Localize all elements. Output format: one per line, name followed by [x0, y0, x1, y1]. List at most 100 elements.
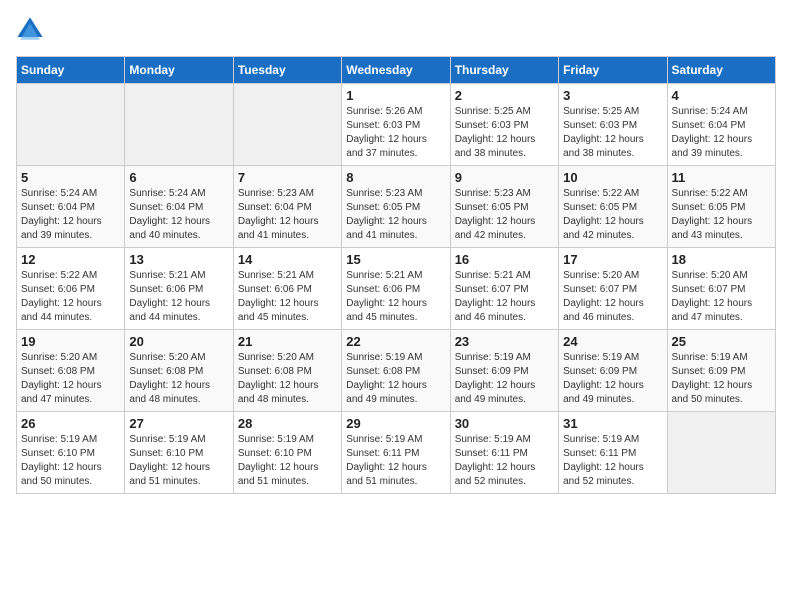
day-number: 13 — [129, 252, 228, 267]
calendar-cell: 7 Sunrise: 5:23 AMSunset: 6:04 PMDaylight… — [233, 166, 341, 248]
day-number: 8 — [346, 170, 445, 185]
day-number: 30 — [455, 416, 554, 431]
calendar-table: SundayMondayTuesdayWednesdayThursdayFrid… — [16, 56, 776, 494]
calendar-cell — [233, 84, 341, 166]
calendar-cell: 12 Sunrise: 5:22 AMSunset: 6:06 PMDayligh… — [17, 248, 125, 330]
weekday-header-friday: Friday — [559, 57, 667, 84]
day-detail: Sunrise: 5:19 AMSunset: 6:08 PMDaylight:… — [346, 351, 445, 407]
day-detail: Sunrise: 5:21 AMSunset: 6:06 PMDaylight:… — [129, 269, 228, 325]
calendar-cell: 13 Sunrise: 5:21 AMSunset: 6:06 PMDayligh… — [125, 248, 233, 330]
day-number: 1 — [346, 88, 445, 103]
calendar-cell: 25 Sunrise: 5:19 AMSunset: 6:09 PMDayligh… — [667, 330, 775, 412]
calendar-cell: 4 Sunrise: 5:24 AMSunset: 6:04 PMDaylight… — [667, 84, 775, 166]
day-detail: Sunrise: 5:20 AMSunset: 6:07 PMDaylight:… — [563, 269, 662, 325]
day-detail: Sunrise: 5:25 AMSunset: 6:03 PMDaylight:… — [455, 105, 554, 161]
calendar-cell — [125, 84, 233, 166]
weekday-header-monday: Monday — [125, 57, 233, 84]
day-number: 20 — [129, 334, 228, 349]
day-number: 16 — [455, 252, 554, 267]
calendar-cell: 26Sunrise: 5:19 AMSunset: 6:10 PMDayligh… — [17, 412, 125, 494]
weekday-header-sunday: Sunday — [17, 57, 125, 84]
day-number: 29 — [346, 416, 445, 431]
calendar-week-5: 26 Sunrise: 5:19 AMSunset: 6:10 PMDayligh… — [17, 412, 776, 494]
day-number: 23 — [455, 334, 554, 349]
day-detail: Sunrise: 5:19 AMSunset: 6:10 PMDaylight:… — [238, 433, 337, 489]
day-number: 18 — [672, 252, 771, 267]
weekday-header-thursday: Thursday — [450, 57, 558, 84]
calendar-cell: 5 Sunrise: 5:24 AMSunset: 6:04 PMDaylight… — [17, 166, 125, 248]
calendar-cell — [667, 412, 775, 494]
calendar-cell: 2 Sunrise: 5:25 AMSunset: 6:03 PMDaylight… — [450, 84, 558, 166]
calendar-cell: 20 Sunrise: 5:20 AMSunset: 6:08 PMDayligh… — [125, 330, 233, 412]
calendar-week-2: 5 Sunrise: 5:24 AMSunset: 6:04 PMDaylight… — [17, 166, 776, 248]
calendar-cell: 19 Sunrise: 5:20 AMSunset: 6:08 PMDayligh… — [17, 330, 125, 412]
day-detail: Sunrise: 5:21 AMSunset: 6:06 PMDaylight:… — [346, 269, 445, 325]
calendar-cell: 22 Sunrise: 5:19 AMSunset: 6:08 PMDayligh… — [342, 330, 450, 412]
day-detail: Sunrise: 5:23 AMSunset: 6:05 PMDaylight:… — [346, 187, 445, 243]
calendar-cell: 11 Sunrise: 5:22 AMSunset: 6:05 PMDayligh… — [667, 166, 775, 248]
day-detail: Sunrise: 5:22 AMSunset: 6:05 PMDaylight:… — [672, 187, 771, 243]
day-number: 25 — [672, 334, 771, 349]
calendar-cell: 21 Sunrise: 5:20 AMSunset: 6:08 PMDayligh… — [233, 330, 341, 412]
calendar-cell: 27 Sunrise: 5:19 AMSunset: 6:10 PMDayligh… — [125, 412, 233, 494]
day-number: 15 — [346, 252, 445, 267]
day-detail: Sunrise: 5:20 AMSunset: 6:07 PMDaylight:… — [672, 269, 771, 325]
calendar-cell: 29Sunrise: 5:19 AMSunset: 6:11 PMDayligh… — [342, 412, 450, 494]
day-detail: Sunrise: 5:24 AMSunset: 6:04 PMDaylight:… — [672, 105, 771, 161]
day-number: 2 — [455, 88, 554, 103]
day-number: 6 — [129, 170, 228, 185]
day-detail: Sunrise: 5:19 AMSunset: 6:11 PMDaylight:… — [563, 433, 662, 489]
calendar-cell: 10 Sunrise: 5:22 AMSunset: 6:05 PMDayligh… — [559, 166, 667, 248]
day-number: 5 — [21, 170, 120, 185]
calendar-week-4: 19 Sunrise: 5:20 AMSunset: 6:08 PMDayligh… — [17, 330, 776, 412]
day-detail: Sunrise: 5:19 AMSunset: 6:11 PMDaylight:… — [455, 433, 554, 489]
day-detail: Sunrise: 5:24 AMSunset: 6:04 PMDaylight:… — [21, 187, 120, 243]
day-number: 28 — [238, 416, 337, 431]
calendar-cell — [17, 84, 125, 166]
day-detail: Sunrise: 5:20 AMSunset: 6:08 PMDaylight:… — [129, 351, 228, 407]
day-number: 22 — [346, 334, 445, 349]
day-number: 14 — [238, 252, 337, 267]
day-detail: Sunrise: 5:22 AMSunset: 6:05 PMDaylight:… — [563, 187, 662, 243]
day-detail: Sunrise: 5:23 AMSunset: 6:05 PMDaylight:… — [455, 187, 554, 243]
calendar-cell: 6Sunrise: 5:24 AMSunset: 6:04 PMDaylight… — [125, 166, 233, 248]
logo-icon — [16, 16, 44, 44]
day-number: 9 — [455, 170, 554, 185]
calendar-cell: 28 Sunrise: 5:19 AMSunset: 6:10 PMDayligh… — [233, 412, 341, 494]
day-detail: Sunrise: 5:21 AMSunset: 6:07 PMDaylight:… — [455, 269, 554, 325]
day-detail: Sunrise: 5:19 AMSunset: 6:09 PMDaylight:… — [563, 351, 662, 407]
weekday-header-tuesday: Tuesday — [233, 57, 341, 84]
calendar-cell: 17Sunrise: 5:20 AMSunset: 6:07 PMDayligh… — [559, 248, 667, 330]
calendar-cell: 31Sunrise: 5:19 AMSunset: 6:11 PMDayligh… — [559, 412, 667, 494]
calendar-cell: 3 Sunrise: 5:25 AMSunset: 6:03 PMDaylight… — [559, 84, 667, 166]
day-number: 11 — [672, 170, 771, 185]
calendar-cell: 24Sunrise: 5:19 AMSunset: 6:09 PMDayligh… — [559, 330, 667, 412]
day-number: 3 — [563, 88, 662, 103]
day-detail: Sunrise: 5:20 AMSunset: 6:08 PMDaylight:… — [238, 351, 337, 407]
day-number: 10 — [563, 170, 662, 185]
calendar-cell: 8 Sunrise: 5:23 AMSunset: 6:05 PMDaylight… — [342, 166, 450, 248]
weekday-header-saturday: Saturday — [667, 57, 775, 84]
day-number: 21 — [238, 334, 337, 349]
day-number: 26 — [21, 416, 120, 431]
day-detail: Sunrise: 5:19 AMSunset: 6:09 PMDaylight:… — [455, 351, 554, 407]
day-number: 4 — [672, 88, 771, 103]
day-detail: Sunrise: 5:20 AMSunset: 6:08 PMDaylight:… — [21, 351, 120, 407]
day-detail: Sunrise: 5:19 AMSunset: 6:10 PMDaylight:… — [129, 433, 228, 489]
day-detail: Sunrise: 5:22 AMSunset: 6:06 PMDaylight:… — [21, 269, 120, 325]
calendar-cell: 9 Sunrise: 5:23 AMSunset: 6:05 PMDaylight… — [450, 166, 558, 248]
logo — [16, 16, 48, 44]
day-number: 19 — [21, 334, 120, 349]
calendar-week-3: 12 Sunrise: 5:22 AMSunset: 6:06 PMDayligh… — [17, 248, 776, 330]
day-detail: Sunrise: 5:19 AMSunset: 6:09 PMDaylight:… — [672, 351, 771, 407]
day-number: 27 — [129, 416, 228, 431]
day-number: 7 — [238, 170, 337, 185]
calendar-cell: 16 Sunrise: 5:21 AMSunset: 6:07 PMDayligh… — [450, 248, 558, 330]
day-detail: Sunrise: 5:25 AMSunset: 6:03 PMDaylight:… — [563, 105, 662, 161]
calendar-cell: 1Sunrise: 5:26 AMSunset: 6:03 PMDaylight… — [342, 84, 450, 166]
calendar-cell: 18 Sunrise: 5:20 AMSunset: 6:07 PMDayligh… — [667, 248, 775, 330]
day-number: 12 — [21, 252, 120, 267]
calendar-cell: 14Sunrise: 5:21 AMSunset: 6:06 PMDayligh… — [233, 248, 341, 330]
calendar-cell: 15 Sunrise: 5:21 AMSunset: 6:06 PMDayligh… — [342, 248, 450, 330]
day-detail: Sunrise: 5:23 AMSunset: 6:04 PMDaylight:… — [238, 187, 337, 243]
